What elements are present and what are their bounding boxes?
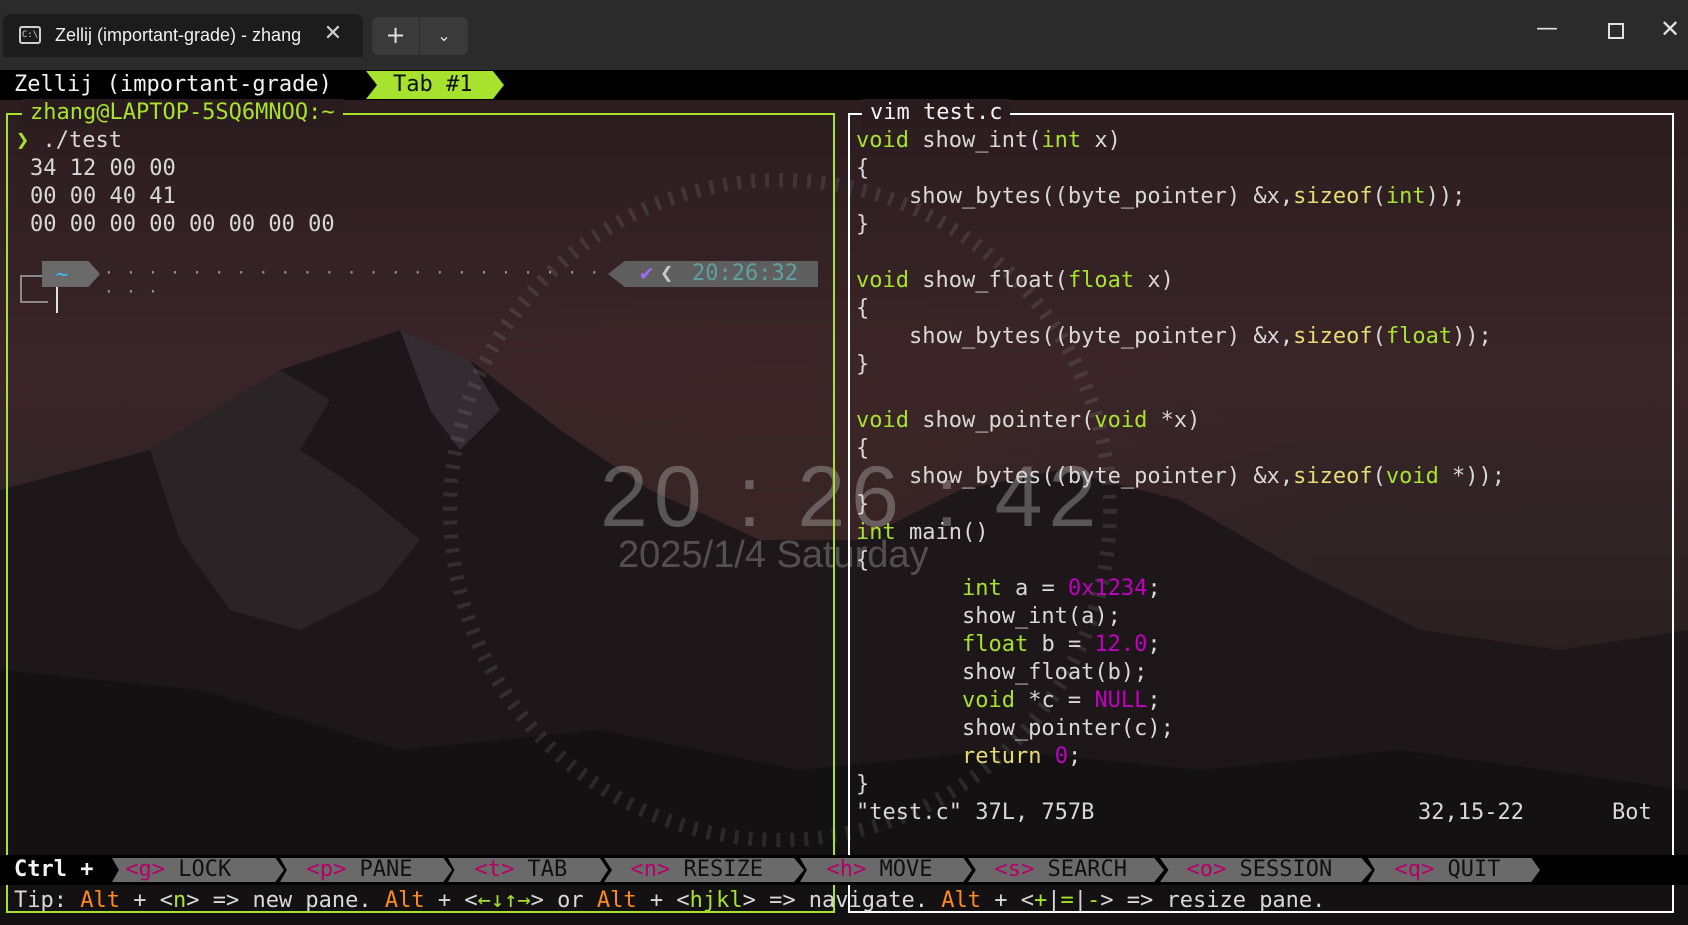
key-move[interactable]: <h> MOVE bbox=[800, 858, 972, 882]
key-quit[interactable]: <q> QUIT bbox=[1368, 858, 1540, 882]
close-window-button[interactable]: ✕ bbox=[1660, 14, 1688, 50]
code-line: } bbox=[856, 352, 870, 377]
prompt-dir-segment: ~ bbox=[42, 261, 100, 287]
chevron-left-icon: ❮ bbox=[660, 261, 674, 286]
output-line: 00 00 00 00 00 00 00 00 bbox=[30, 212, 335, 237]
code-line: void show_float(float x) bbox=[856, 268, 1174, 293]
terminal-area[interactable]: 20 : 26 : 42 2025/1/4 Saturday Zellij (i… bbox=[0, 70, 1688, 925]
minimize-button[interactable]: — bbox=[1524, 14, 1570, 50]
check-icon: ✔ bbox=[640, 261, 654, 286]
shell-pane[interactable]: zhang@LAPTOP-5SQ6MNOQ:~ ❯ ./test 34 12 0… bbox=[6, 99, 835, 913]
tab-1[interactable]: Tab #1 bbox=[366, 71, 504, 99]
key-session[interactable]: <o> SESSION bbox=[1160, 858, 1372, 882]
new-tab-group: + ⌄ bbox=[372, 17, 468, 55]
tip-line: Tip: Alt + <n> => new pane. Alt + <←↓↑→>… bbox=[14, 888, 1326, 913]
code-line: void show_pointer(void *x) bbox=[856, 408, 1201, 433]
window-titlebar: C:\ Zellij (important-grade) - zhang ✕ +… bbox=[0, 0, 1688, 70]
terminal-icon: C:\ bbox=[19, 26, 41, 44]
command-line: ❯ ./test bbox=[16, 127, 122, 155]
pane-title: zhang@LAPTOP-5SQ6MNOQ:~ bbox=[22, 99, 343, 127]
prompt-time: 20:26:32 bbox=[692, 261, 798, 286]
code-line: { bbox=[856, 436, 870, 461]
pane-title: vim test.c bbox=[862, 99, 1011, 127]
key-lock[interactable]: <g> LOCK bbox=[112, 858, 284, 882]
code-line: int main() bbox=[856, 520, 989, 545]
code-line: { bbox=[856, 296, 870, 321]
code-line: } bbox=[856, 772, 870, 797]
text-cursor bbox=[56, 287, 58, 313]
code-line: show_float(b); bbox=[856, 660, 1148, 685]
chevron-down-icon[interactable]: ⌄ bbox=[420, 17, 468, 55]
modifier-label: Ctrl + bbox=[14, 857, 94, 882]
command-text: ./test bbox=[42, 128, 122, 153]
vim-status-file: "test.c" 37L, 757B bbox=[856, 800, 1095, 825]
code-line: } bbox=[856, 492, 870, 517]
vim-status-scroll: Bot bbox=[1612, 800, 1652, 825]
code-line: return 0; bbox=[961, 744, 1082, 769]
key-search[interactable]: <s> SEARCH bbox=[968, 858, 1164, 882]
code-line: } bbox=[856, 212, 870, 237]
keybinding-bar: Ctrl + <g> LOCK <p> PANE <t> TAB <n> RES… bbox=[0, 855, 1688, 885]
code-line: float b = 12.0; bbox=[961, 632, 1161, 657]
code-line: show_int(a); bbox=[856, 604, 1121, 629]
key-tab[interactable]: <t> TAB bbox=[448, 858, 608, 882]
code-line: { bbox=[856, 548, 870, 573]
maximize-icon bbox=[1608, 23, 1624, 39]
code-line: show_pointer(c); bbox=[856, 716, 1174, 741]
code-line: show_bytes((byte_pointer) &x,sizeof(void… bbox=[856, 464, 1506, 489]
key-resize[interactable]: <n> RESIZE bbox=[604, 858, 804, 882]
key-pane[interactable]: <p> PANE bbox=[280, 858, 452, 882]
code-line: int a = 0x1234; bbox=[961, 576, 1161, 601]
prompt-arrow-icon: ❯ bbox=[16, 128, 30, 153]
session-name: Zellij (important-grade) bbox=[14, 72, 332, 97]
tab-title: Zellij (important-grade) - zhang bbox=[55, 25, 302, 45]
vim-status-position: 32,15-22 bbox=[1418, 800, 1524, 825]
maximize-button[interactable] bbox=[1592, 18, 1638, 54]
prompt-status-segment: ✔ ❮ 20:26:32 bbox=[608, 261, 818, 287]
code-line: show_bytes((byte_pointer) &x,sizeof(int)… bbox=[856, 184, 1466, 209]
vim-pane[interactable]: vim test.c void show_int(int x) { show_b… bbox=[848, 99, 1674, 913]
code-line: void show_int(int x) bbox=[856, 128, 1121, 153]
new-tab-button[interactable]: + bbox=[372, 17, 420, 55]
code-line: void *c = NULL; bbox=[961, 688, 1161, 713]
code-line: { bbox=[856, 156, 870, 181]
terminal-tab[interactable]: C:\ Zellij (important-grade) - zhang ✕ bbox=[3, 14, 363, 57]
close-tab-icon[interactable]: ✕ bbox=[321, 22, 345, 46]
output-line: 34 12 00 00 bbox=[30, 156, 176, 181]
output-line: 00 00 40 41 bbox=[30, 184, 176, 209]
code-line: show_bytes((byte_pointer) &x,sizeof(floa… bbox=[856, 324, 1492, 349]
zellij-tab-bar: Zellij (important-grade) Tab #1 bbox=[0, 70, 1688, 100]
